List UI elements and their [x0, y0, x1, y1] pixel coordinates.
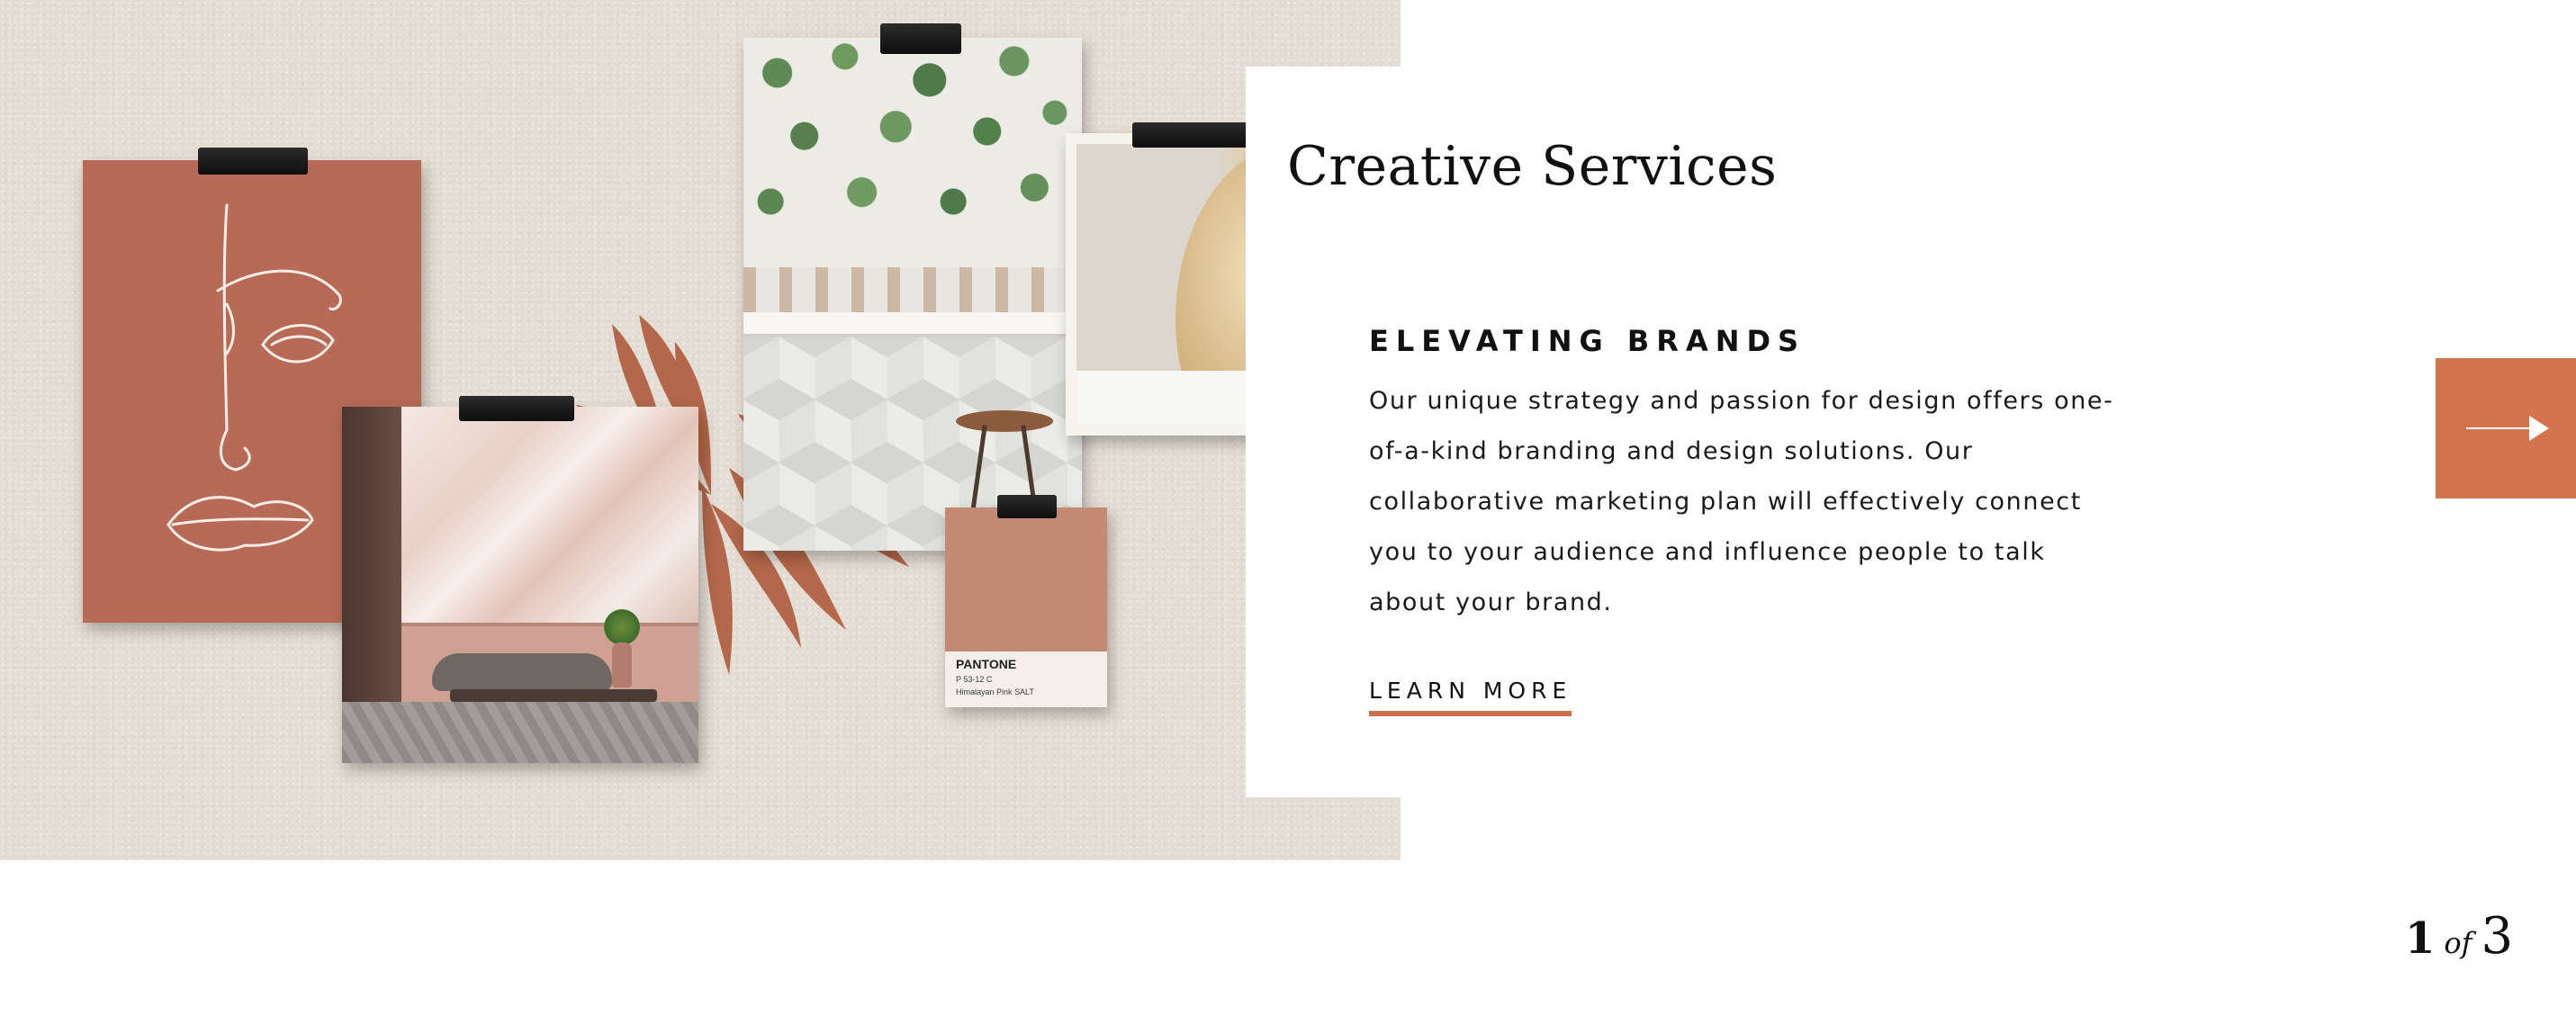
next-slide-button[interactable] [2436, 358, 2576, 499]
description-text: Our unique strategy and passion for desi… [1369, 387, 2114, 616]
kitchen-shelf [743, 267, 1082, 312]
stool-seat [956, 410, 1053, 432]
counter-top [743, 312, 1082, 337]
floor [342, 702, 698, 763]
daybed-cushion [432, 653, 612, 691]
section-eyebrow: ELEVATING BRANDS [1369, 324, 1806, 358]
tape-strip [997, 495, 1057, 518]
vase [612, 642, 632, 687]
current-slide-number: 1 [2405, 913, 2436, 964]
tape-strip [880, 23, 961, 54]
page-title: Creative Services [1287, 135, 1778, 198]
pager-separator: of [2444, 926, 2472, 960]
moodboard-image: PANTONE P 53-12 C Himalayan Pink SALT [0, 0, 1401, 860]
tape-strip [198, 148, 308, 175]
pantone-brand: PANTONE [956, 657, 1017, 671]
total-slides-number: 3 [2481, 907, 2514, 966]
learn-more-link[interactable]: LEARN MORE [1369, 678, 1572, 716]
slide-pager: 1 of 3 [2405, 907, 2513, 966]
pantone-swatch-card: PANTONE P 53-12 C Himalayan Pink SALT [945, 508, 1107, 707]
arrow-right-icon [2466, 416, 2549, 441]
tape-strip [1132, 122, 1258, 148]
swatch-color [945, 508, 1107, 651]
kitchen-photo-card [743, 38, 1082, 551]
interior-photo-card [342, 407, 698, 763]
pantone-name: Himalayan Pink SALT [956, 687, 1034, 696]
daybed-base [450, 689, 657, 702]
marble-wall [401, 407, 698, 623]
pantone-code: P 53-12 C [956, 675, 993, 684]
hanging-plants [743, 38, 1082, 272]
tape-strip [459, 396, 574, 421]
